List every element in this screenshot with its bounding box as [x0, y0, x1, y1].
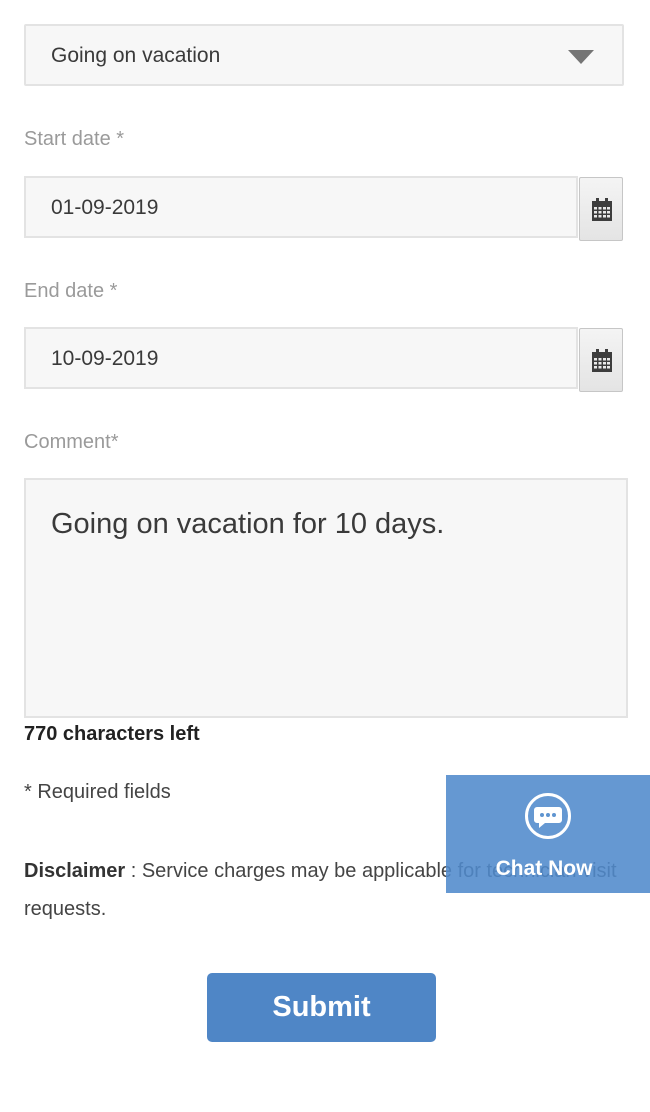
- start-date-label: Start date *: [24, 128, 125, 150]
- end-date-value: 10-09-2019: [51, 347, 159, 370]
- end-date-input[interactable]: 10-09-2019: [24, 327, 578, 389]
- chat-now-label: Chat Now: [495, 857, 593, 880]
- end-date-calendar-button[interactable]: [579, 328, 623, 392]
- chat-now-button[interactable]: Chat Now: [446, 775, 650, 893]
- reason-select[interactable]: Going on vacation: [24, 24, 624, 86]
- calendar-icon: [592, 349, 612, 372]
- start-date-input[interactable]: 01-09-2019: [24, 176, 578, 238]
- start-date-value: 01-09-2019: [51, 196, 159, 219]
- chat-bubble-icon: [525, 793, 571, 839]
- reason-select-value: Going on vacation: [51, 44, 221, 67]
- calendar-icon: [592, 198, 612, 221]
- start-date-calendar-button[interactable]: [579, 177, 623, 241]
- required-fields-note: * Required fields: [24, 781, 171, 803]
- characters-left-counter: 770 characters left: [24, 723, 200, 745]
- chevron-down-icon: [568, 50, 594, 64]
- comment-text: Going on vacation for 10 days.: [51, 508, 445, 540]
- end-date-label: End date *: [24, 280, 118, 302]
- submit-button[interactable]: Submit: [207, 973, 436, 1042]
- disclaimer-heading: Disclaimer: [24, 860, 126, 882]
- comment-label: Comment*: [24, 431, 119, 453]
- comment-textarea[interactable]: Going on vacation for 10 days.: [24, 478, 628, 718]
